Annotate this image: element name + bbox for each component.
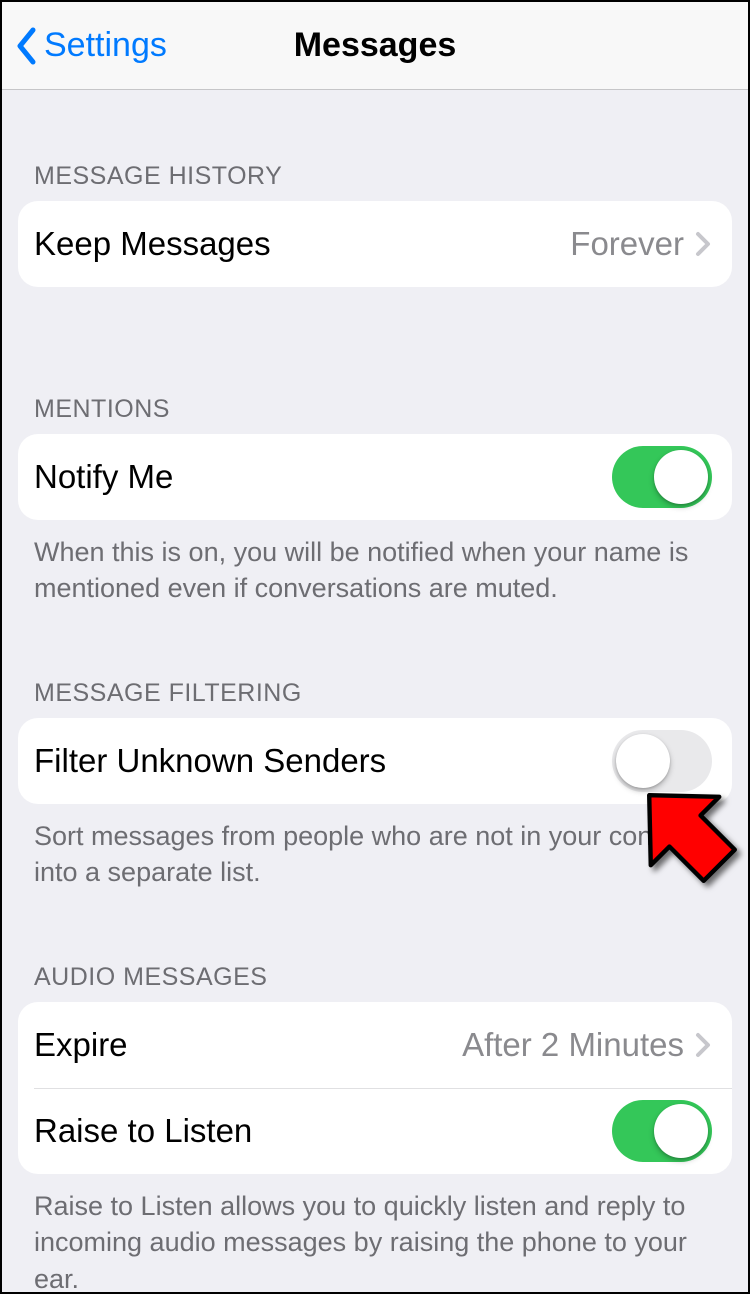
section-header-mentions: MENTIONS bbox=[2, 395, 748, 434]
row-expire[interactable]: Expire After 2 Minutes bbox=[18, 1002, 732, 1088]
chevron-right-icon bbox=[694, 229, 712, 259]
chevron-left-icon bbox=[14, 26, 38, 66]
raise-to-listen-label: Raise to Listen bbox=[34, 1112, 612, 1150]
chevron-right-icon bbox=[694, 1030, 712, 1060]
row-keep-messages[interactable]: Keep Messages Forever bbox=[18, 201, 732, 287]
row-filter-unknown-senders: Filter Unknown Senders bbox=[18, 718, 732, 804]
back-button[interactable]: Settings bbox=[14, 26, 167, 66]
row-raise-to-listen: Raise to Listen bbox=[18, 1088, 732, 1174]
toggle-knob bbox=[654, 450, 708, 504]
filter-unknown-senders-label: Filter Unknown Senders bbox=[34, 742, 612, 780]
keep-messages-value: Forever bbox=[570, 225, 684, 263]
toggle-knob bbox=[616, 734, 670, 788]
section-footer-message-filtering: Sort messages from people who are not in… bbox=[2, 804, 748, 891]
toggle-filter-unknown-senders[interactable] bbox=[612, 730, 712, 792]
back-label: Settings bbox=[44, 26, 167, 65]
group-mentions: Notify Me bbox=[18, 434, 732, 520]
row-notify-me: Notify Me bbox=[18, 434, 732, 520]
group-message-history: Keep Messages Forever bbox=[18, 201, 732, 287]
section-footer-mentions: When this is on, you will be notified wh… bbox=[2, 520, 748, 607]
navigation-bar: Settings Messages bbox=[2, 2, 748, 90]
expire-label: Expire bbox=[34, 1026, 462, 1064]
notify-me-label: Notify Me bbox=[34, 458, 612, 496]
group-message-filtering: Filter Unknown Senders bbox=[18, 718, 732, 804]
content-area: MESSAGE HISTORY Keep Messages Forever ME… bbox=[2, 90, 748, 1294]
keep-messages-label: Keep Messages bbox=[34, 225, 570, 263]
section-footer-audio-messages: Raise to Listen allows you to quickly li… bbox=[2, 1174, 748, 1294]
section-header-message-filtering: MESSAGE FILTERING bbox=[2, 679, 748, 718]
toggle-raise-to-listen[interactable] bbox=[612, 1100, 712, 1162]
expire-value: After 2 Minutes bbox=[462, 1026, 684, 1064]
toggle-notify-me[interactable] bbox=[612, 446, 712, 508]
toggle-knob bbox=[654, 1104, 708, 1158]
settings-screen: Settings Messages MESSAGE HISTORY Keep M… bbox=[0, 0, 750, 1294]
section-header-message-history: MESSAGE HISTORY bbox=[2, 162, 748, 201]
group-audio-messages: Expire After 2 Minutes Raise to Listen bbox=[18, 1002, 732, 1174]
section-header-audio-messages: AUDIO MESSAGES bbox=[2, 963, 748, 1002]
